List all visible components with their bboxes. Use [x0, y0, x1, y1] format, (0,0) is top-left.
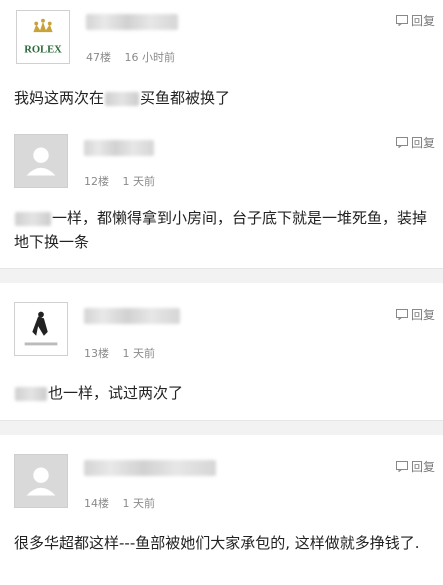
divider — [0, 268, 443, 283]
reply-label: 回复 — [410, 14, 435, 28]
reply-button[interactable]: 回复 — [395, 134, 435, 151]
reply-label: 回复 — [410, 308, 435, 322]
comment-meta: 47楼 16 小时前 — [86, 49, 185, 65]
reply-button[interactable]: 回复 — [395, 458, 435, 475]
redacted-text — [105, 91, 140, 106]
svg-text:ROLEX: ROLEX — [24, 44, 62, 55]
comment-text: 很多华超都这样---鱼部被她们大家承包的, 这样做就多挣钱了. — [14, 534, 420, 552]
divider — [0, 420, 443, 435]
reply-label: 回复 — [410, 460, 435, 474]
floor-number: 14楼 — [84, 497, 109, 510]
avatar[interactable] — [14, 302, 68, 356]
reply-icon — [395, 309, 408, 320]
redacted-text — [15, 386, 47, 401]
default-user-icon — [26, 467, 56, 496]
rolex-crown-icon: ROLEX — [24, 18, 62, 55]
timestamp: 16 小时前 — [124, 51, 176, 64]
comment-meta: 14楼 1 天前 — [84, 495, 165, 511]
floor-number: 12楼 — [84, 175, 109, 188]
username[interactable] — [84, 308, 180, 324]
redacted-text — [15, 211, 51, 226]
reply-button[interactable]: 回复 — [395, 12, 435, 29]
username[interactable] — [86, 14, 178, 30]
comment-meta: 12楼 1 天前 — [84, 173, 165, 189]
avatar[interactable]: ROLEX — [16, 10, 70, 64]
avatar[interactable] — [14, 454, 68, 508]
timestamp: 1 天前 — [122, 497, 156, 510]
comment-text: 一样，都懒得拿到小房间，台子底下就是一堆死鱼，装掉地下换一条 — [14, 209, 428, 251]
reply-button[interactable]: 回复 — [395, 306, 435, 323]
comment-meta: 13楼 1 天前 — [84, 345, 165, 361]
reply-icon — [395, 461, 408, 472]
reply-icon — [395, 15, 408, 26]
comment-text: 我妈这两次在 买鱼都被换了 — [14, 89, 231, 107]
timestamp: 1 天前 — [122, 347, 156, 360]
username[interactable] — [84, 460, 216, 476]
comment-text: 也一样，试过两次了 — [14, 381, 434, 405]
timestamp: 1 天前 — [122, 175, 156, 188]
custom-avatar-icon — [24, 311, 58, 346]
avatar[interactable] — [14, 134, 68, 188]
default-user-icon — [26, 147, 56, 176]
reply-icon — [395, 137, 408, 148]
username[interactable] — [84, 140, 154, 156]
floor-number: 13楼 — [84, 347, 109, 360]
floor-number: 47楼 — [86, 51, 111, 64]
reply-label: 回复 — [410, 136, 435, 150]
